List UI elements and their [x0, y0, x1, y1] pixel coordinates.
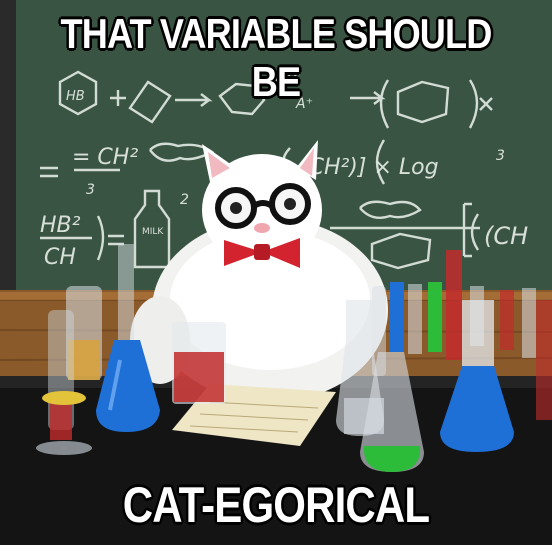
chalk-log: (CH²)] × Log: [300, 155, 439, 180]
chalk-ch-right: (CH: [484, 222, 528, 250]
chalk-hb2: HB²: [40, 213, 81, 238]
chalk-three: 3: [496, 148, 505, 164]
top-caption: THAT VARIABLE SHOULD BE: [60, 10, 493, 105]
board-frame: [0, 0, 16, 320]
chalk-ch2: = CH²: [72, 145, 138, 170]
bottom-caption: CAT-EGORICAL: [122, 477, 430, 533]
meme-image: HB K A⁺ = CH² (CH²)] × Log 3 3 HB² CH MI…: [0, 0, 552, 545]
chalk-milk-label: MILK: [142, 227, 164, 237]
chalk-two: 2: [180, 192, 189, 208]
chalk-ch: CH: [44, 245, 76, 270]
chalk-three-b: 3: [86, 182, 95, 198]
